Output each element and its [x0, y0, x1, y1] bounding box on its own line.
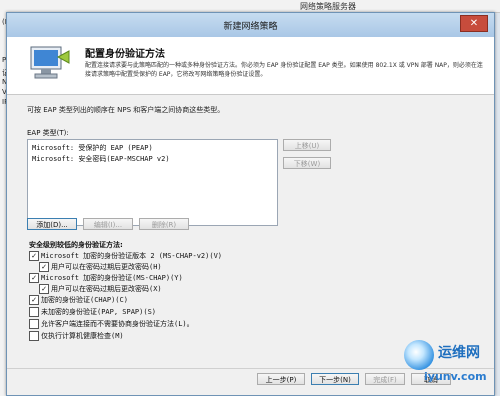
dialog-title: 新建网络策略 [223, 22, 278, 32]
wizard-header: 配置身份验证方法 配置连接请求要与此策略匹配的一种或多种身份验证方法。你必须为 … [7, 37, 494, 95]
watermark: 运维网 iyunv.com [404, 334, 498, 394]
checkbox-box[interactable]: ✓ [29, 251, 39, 261]
background-window-title: 网络策略服务器 [300, 2, 356, 11]
remove-button[interactable]: 删除(R) [139, 218, 189, 230]
list-item[interactable]: Microsoft: 安全密码(EAP-MSCHAP v2) [32, 154, 170, 164]
page-description: 配置连接请求要与此策略匹配的一种或多种身份验证方法。你必须为 EAP 身份验证配… [85, 62, 483, 78]
eap-intro-text: 可按 EAP 类型列出的顺序在 NPS 和客户端之间协商这些类型。 [27, 106, 225, 114]
finish-button[interactable]: 完成(F) [365, 373, 405, 385]
eap-types-label: EAP 类型(T): [27, 129, 69, 137]
next-button[interactable]: 下一步(N) [311, 373, 359, 385]
watermark-text: 运维网 [438, 345, 480, 361]
close-button[interactable]: ✕ [460, 15, 488, 32]
move-down-button[interactable]: 下移(W) [283, 157, 331, 169]
network-computer-icon [30, 46, 70, 79]
checkbox-box[interactable]: ✓ [29, 273, 39, 283]
edit-button[interactable]: 编辑(I)... [83, 218, 133, 230]
checkbox-box[interactable] [29, 331, 39, 341]
security-methods-label: 安全级别较低的身份验证方法: [29, 241, 123, 249]
previous-button[interactable]: 上一步(P) [257, 373, 305, 385]
eap-types-list[interactable]: Microsoft: 受保护的 EAP (PEAP) Microsoft: 安全… [27, 139, 278, 226]
move-up-button[interactable]: 上移(U) [283, 139, 331, 151]
page-title: 配置身份验证方法 [85, 49, 165, 60]
add-button[interactable]: 添加(D)... [27, 218, 77, 230]
list-item[interactable]: Microsoft: 受保护的 EAP (PEAP) [32, 143, 153, 153]
checkbox-box[interactable]: ✓ [39, 262, 49, 272]
watermark-logo-icon [404, 340, 434, 370]
checkbox-box[interactable] [29, 319, 39, 329]
checkbox-box[interactable]: ✓ [39, 284, 49, 294]
checkbox-box[interactable]: ✓ [29, 295, 39, 305]
checkbox-box[interactable] [29, 307, 39, 317]
watermark-url: iyunv.com [424, 370, 487, 383]
dialog-titlebar[interactable]: 新建网络策略 ✕ [7, 13, 494, 37]
